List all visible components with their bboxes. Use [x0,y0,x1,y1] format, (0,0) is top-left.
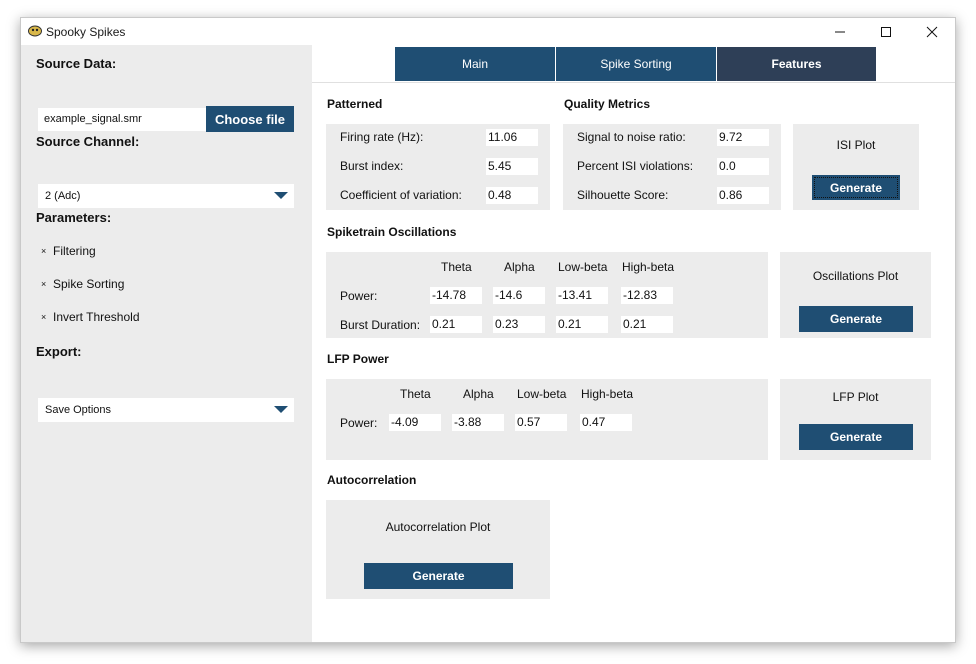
lfp-power-theta[interactable]: -4.09 [389,414,441,431]
patterned-heading: Patterned [327,97,383,111]
export-value: Save Options [45,404,112,416]
lfp-power-alpha[interactable]: -3.88 [452,414,504,431]
file-name-field[interactable]: example_signal.smr [38,108,206,131]
coefficient-variation-value[interactable]: 0.48 [486,187,538,204]
close-icon [926,26,938,37]
checkbox-mark-icon: × [41,279,47,289]
invert-threshold-label: Invert Threshold [53,310,140,324]
autocorrelation-plot-title: Autocorrelation Plot [385,520,491,534]
isi-generate-button[interactable]: Generate [812,175,900,200]
firing-rate-value[interactable]: 11.06 [486,129,538,146]
osc-power-theta[interactable]: -14.78 [430,287,482,304]
invert-threshold-checkbox[interactable]: × Invert Threshold [41,310,140,324]
oscillations-plot-title: Oscillations Plot [812,269,899,283]
window-title: Spooky Spikes [46,25,126,39]
osc-col-low-beta: Low-beta [558,260,608,274]
osc-col-alpha: Alpha [504,260,535,274]
osc-burst-label: Burst Duration: [340,318,421,332]
filtering-label: Filtering [53,244,96,258]
quality-metrics-panel: Signal to noise ratio: 9.72 Percent ISI … [563,124,781,210]
osc-power-low-beta[interactable]: -13.41 [556,287,608,304]
tab-bar: Main Spike Sorting Features [312,45,955,83]
snr-value[interactable]: 9.72 [717,129,769,146]
lfp-plot-title: LFP Plot [832,390,879,404]
main-content: Main Spike Sorting Features Patterned Fi… [312,45,955,642]
close-button[interactable] [909,18,955,45]
snr-label: Signal to noise ratio: [577,130,686,144]
lfp-col-low-beta: Low-beta [517,387,567,401]
burst-index-value[interactable]: 5.45 [486,158,538,175]
autocorrelation-generate-button[interactable]: Generate [364,563,513,589]
isi-plot-title: ISI Plot [836,138,876,152]
dropdown-arrow-icon [274,192,288,199]
patterned-panel: Firing rate (Hz): 11.06 Burst index: 5.4… [326,124,550,210]
parameters-heading: Parameters: [36,210,112,225]
tab-spike-sorting[interactable]: Spike Sorting [556,47,716,81]
ghost-app-icon [28,25,42,37]
app-window: Spooky Spikes Source Data: example_signa… [20,17,956,643]
autocorrelation-panel: Autocorrelation Plot Generate [326,500,550,599]
osc-burst-high-beta[interactable]: 0.21 [621,316,673,333]
osc-burst-theta[interactable]: 0.21 [430,316,482,333]
maximize-icon [881,26,891,37]
export-heading: Export: [36,344,82,359]
quality-metrics-heading: Quality Metrics [564,97,651,111]
isi-violations-value[interactable]: 0.0 [717,158,769,175]
osc-power-alpha[interactable]: -14.6 [493,287,545,304]
dropdown-arrow-icon [274,406,288,413]
osc-col-high-beta: High-beta [622,260,675,274]
firing-rate-label: Firing rate (Hz): [340,130,424,144]
isi-violations-label: Percent ISI violations: [577,159,694,173]
source-channel-select[interactable]: 2 (Adc) [38,184,294,208]
source-channel-value: 2 (Adc) [45,190,81,202]
filtering-checkbox[interactable]: × Filtering [41,244,96,258]
lfp-generate-button[interactable]: Generate [799,424,913,450]
minimize-icon [835,31,845,32]
osc-col-theta: Theta [441,260,472,274]
lfp-power-low-beta[interactable]: 0.57 [515,414,567,431]
lfp-power-high-beta[interactable]: 0.47 [580,414,632,431]
spike-sorting-label: Spike Sorting [53,277,125,291]
lfp-col-theta: Theta [400,387,431,401]
autocorrelation-heading: Autocorrelation [327,473,417,487]
osc-burst-alpha[interactable]: 0.23 [493,316,545,333]
osc-burst-low-beta[interactable]: 0.21 [556,316,608,333]
oscillations-generate-button[interactable]: Generate [799,306,913,332]
sidebar: Source Data: example_signal.smr Choose f… [21,45,312,642]
title-bar: Spooky Spikes [21,18,955,45]
choose-file-button[interactable]: Choose file [206,106,294,132]
silhouette-score-value[interactable]: 0.86 [717,187,769,204]
isi-plot-panel: ISI Plot Generate [793,124,919,210]
checkbox-mark-icon: × [41,246,47,256]
silhouette-score-label: Silhouette Score: [577,188,669,202]
coefficient-variation-label: Coefficient of variation: [340,188,462,202]
osc-power-high-beta[interactable]: -12.83 [621,287,673,304]
oscillations-panel: Theta Alpha Low-beta High-beta Power: -1… [326,252,768,338]
minimize-button[interactable] [817,18,863,45]
burst-index-label: Burst index: [340,159,404,173]
lfp-plot-panel: LFP Plot Generate [780,379,931,460]
maximize-button[interactable] [863,18,909,45]
lfp-col-high-beta: High-beta [581,387,634,401]
oscillations-plot-panel: Oscillations Plot Generate [780,252,931,338]
lfp-col-alpha: Alpha [463,387,494,401]
source-data-heading: Source Data: [36,56,117,71]
checkbox-mark-icon: × [41,312,47,322]
lfp-power-panel: Theta Alpha Low-beta High-beta Power: -4… [326,379,768,460]
tab-features[interactable]: Features [717,47,876,81]
lfp-power-heading: LFP Power [327,352,389,366]
osc-power-label: Power: [340,289,378,303]
spike-sorting-checkbox[interactable]: × Spike Sorting [41,277,124,291]
lfp-power-label: Power: [340,416,378,430]
source-channel-heading: Source Channel: [36,134,140,149]
oscillations-heading: Spiketrain Oscillations [327,225,457,239]
export-select[interactable]: Save Options [38,398,294,422]
tab-main[interactable]: Main [395,47,555,81]
